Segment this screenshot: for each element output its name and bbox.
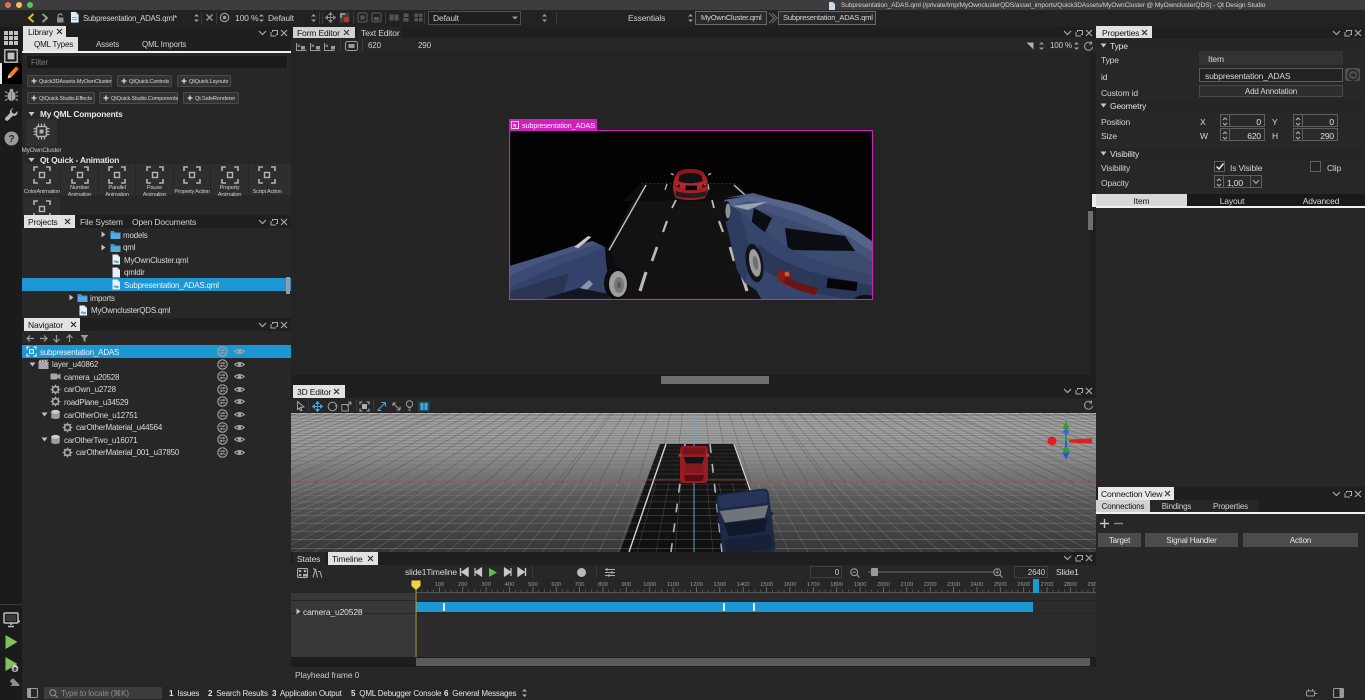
- svg-text:1400: 1400: [737, 582, 750, 588]
- svg-text:200: 200: [458, 582, 468, 588]
- svg-text:1800: 1800: [830, 582, 843, 588]
- svg-text:100: 100: [435, 582, 445, 588]
- svg-text:1600: 1600: [783, 582, 796, 588]
- svg-text:2900: 2900: [1087, 582, 1096, 588]
- svg-text:400: 400: [505, 582, 515, 588]
- svg-text:?: ?: [8, 134, 14, 145]
- svg-text:300: 300: [481, 582, 491, 588]
- svg-text:2700: 2700: [1041, 582, 1054, 588]
- svg-text:2600: 2600: [1017, 582, 1030, 588]
- svg-text:1000: 1000: [643, 582, 656, 588]
- svg-text:1100: 1100: [667, 582, 679, 588]
- svg-text:1900: 1900: [854, 582, 867, 588]
- svg-text:1700: 1700: [807, 582, 820, 588]
- svg-text:700: 700: [575, 582, 585, 588]
- svg-text:2200: 2200: [924, 582, 937, 588]
- svg-text:2300: 2300: [947, 582, 960, 588]
- svg-text:1500: 1500: [760, 582, 773, 588]
- svg-text:2800: 2800: [1064, 582, 1077, 588]
- svg-text:2400: 2400: [970, 582, 983, 588]
- svg-text:600: 600: [551, 582, 561, 588]
- svg-text:800: 800: [598, 582, 608, 588]
- svg-text:1300: 1300: [713, 582, 726, 588]
- svg-text:900: 900: [621, 582, 631, 588]
- svg-text:2100: 2100: [900, 582, 913, 588]
- svg-text:2000: 2000: [877, 582, 890, 588]
- svg-text:2500: 2500: [994, 582, 1007, 588]
- svg-text:1200: 1200: [690, 582, 703, 588]
- svg-text:500: 500: [528, 582, 538, 588]
